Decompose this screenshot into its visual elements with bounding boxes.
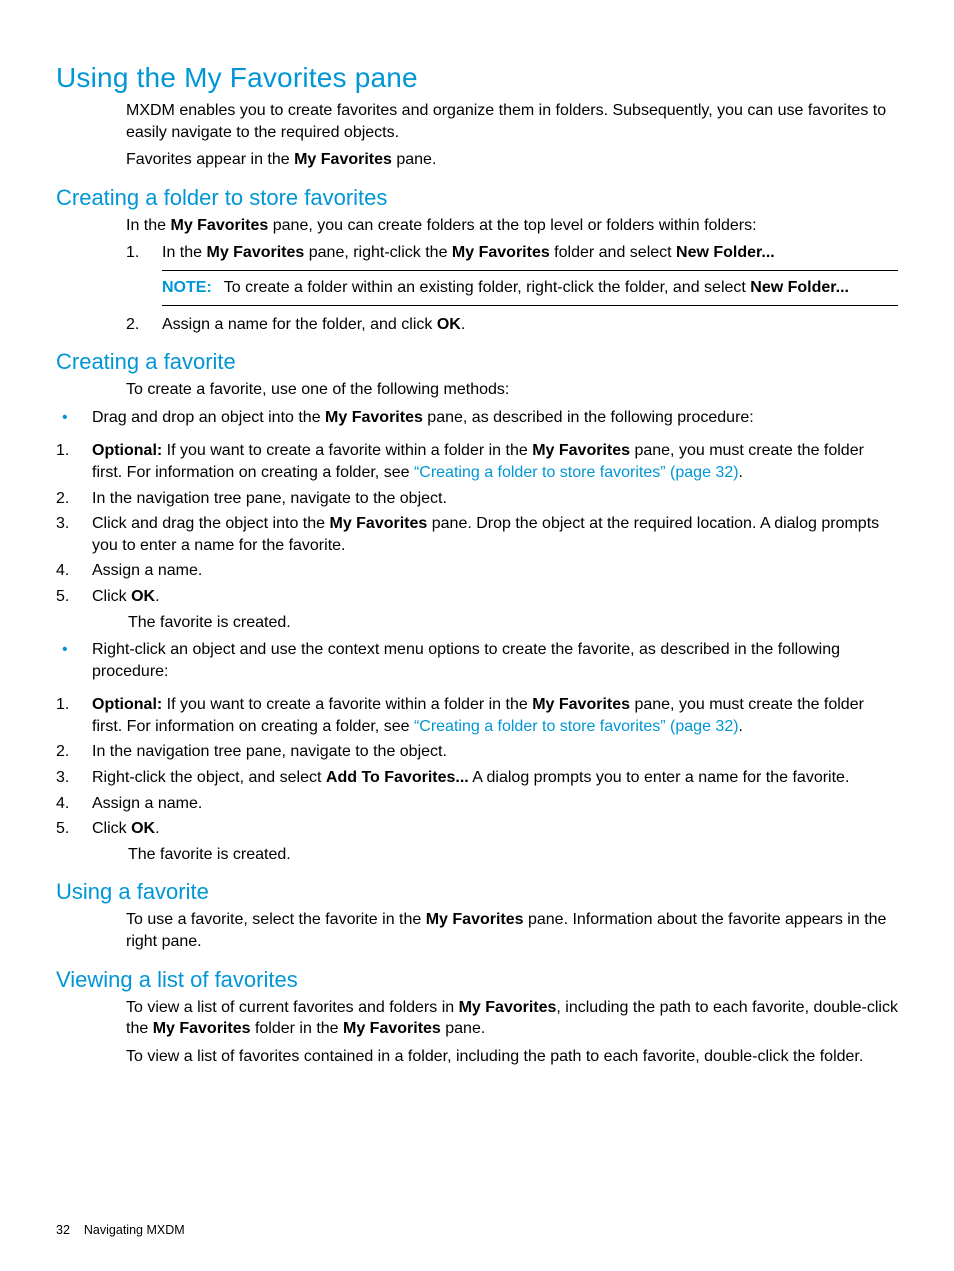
ordered-list: In the My Favorites pane, right-click th… (126, 242, 898, 335)
section-creating-favorite: To create a favorite, use one of the fol… (126, 379, 898, 401)
text: Click and drag the object into the (92, 515, 329, 532)
paragraph: MXDM enables you to create favorites and… (126, 100, 898, 143)
text-bold: OK (131, 588, 155, 605)
text-bold: My Favorites (206, 244, 304, 261)
text: Click (92, 820, 131, 837)
text: In the (162, 244, 206, 261)
heading-creating-favorite: Creating a favorite (56, 349, 898, 375)
list-item: Assign a name for the folder, and click … (126, 314, 898, 336)
bullet-list: Right-click an object and use the contex… (56, 639, 898, 682)
text: Click (92, 588, 131, 605)
paragraph: To create a favorite, use one of the fol… (126, 379, 898, 401)
section-creating-folder: In the My Favorites pane, you can create… (126, 215, 898, 335)
text: Drag and drop an object into the (92, 409, 325, 426)
list-item: Click and drag the object into the My Fa… (56, 513, 898, 556)
text: Favorites appear in the (126, 151, 294, 168)
text-bold: My Favorites (170, 217, 268, 234)
list-item: In the navigation tree pane, navigate to… (56, 741, 898, 763)
text: . (739, 718, 743, 735)
text: . (155, 820, 159, 837)
text: . (739, 464, 743, 481)
text-bold: My Favorites (459, 999, 557, 1016)
note-box: NOTE: To create a folder within an existi… (162, 270, 898, 306)
list-item: Optional: If you want to create a favori… (56, 440, 898, 483)
list-item: Right-click the object, and select Add T… (56, 767, 898, 789)
page-number: 32 (56, 1223, 70, 1237)
text: Assign a name for the folder, and click (162, 316, 437, 333)
text: pane. (441, 1020, 485, 1037)
text: If you want to create a favorite within … (162, 696, 532, 713)
text: . (155, 588, 159, 605)
text: If you want to create a favorite within … (162, 442, 532, 459)
text: pane, you can create folders at the top … (268, 217, 756, 234)
ordered-list: Optional: If you want to create a favori… (56, 694, 898, 865)
text: A dialog prompts you to enter a name for… (469, 769, 850, 786)
section-intro: MXDM enables you to create favorites and… (126, 100, 898, 171)
text: folder in the (251, 1020, 344, 1037)
text-bold: Optional: (92, 696, 162, 713)
text-bold: My Favorites (426, 911, 524, 928)
text: Right-click the object, and select (92, 769, 326, 786)
paragraph: To use a favorite, select the favorite i… (126, 909, 898, 952)
text-bold: Optional: (92, 442, 162, 459)
text: The favorite is created. (128, 612, 898, 634)
list-item: Drag and drop an object into the My Favo… (56, 407, 898, 429)
page-footer: 32 Navigating MXDM (56, 1223, 185, 1237)
paragraph: To view a list of favorites contained in… (126, 1046, 898, 1068)
list-item: Assign a name. (56, 560, 898, 582)
text: To create a folder within an existing fo… (224, 279, 751, 296)
list-item: Click OK. The favorite is created. (56, 586, 898, 633)
text-bold: My Favorites (294, 151, 392, 168)
bullet-list: Drag and drop an object into the My Favo… (56, 407, 898, 429)
list-item: Assign a name. (56, 793, 898, 815)
text: pane, right-click the (304, 244, 452, 261)
link-creating-folder[interactable]: “Creating a folder to store favorites” (… (414, 464, 739, 481)
text-bold: New Folder... (676, 244, 775, 261)
text-bold: My Favorites (343, 1020, 441, 1037)
list-item: Click OK. The favorite is created. (56, 818, 898, 865)
document-page: Using the My Favorites pane MXDM enables… (0, 0, 954, 1271)
text-bold: OK (131, 820, 155, 837)
text: The favorite is created. (128, 844, 898, 866)
ordered-list: Optional: If you want to create a favori… (56, 440, 898, 633)
text: pane. (392, 151, 436, 168)
link-creating-folder[interactable]: “Creating a folder to store favorites” (… (414, 718, 739, 735)
list-item: Right-click an object and use the contex… (56, 639, 898, 682)
text: . (461, 316, 465, 333)
text: In the (126, 217, 170, 234)
text: pane, as described in the following proc… (423, 409, 754, 426)
paragraph: Favorites appear in the My Favorites pan… (126, 149, 898, 171)
section-viewing-favorites: To view a list of current favorites and … (126, 997, 898, 1068)
heading-viewing-favorites: Viewing a list of favorites (56, 967, 898, 993)
text: To view a list of current favorites and … (126, 999, 459, 1016)
text: folder and select (550, 244, 676, 261)
paragraph: To view a list of current favorites and … (126, 997, 898, 1040)
heading-creating-folder: Creating a folder to store favorites (56, 185, 898, 211)
footer-section-title: Navigating MXDM (84, 1223, 185, 1237)
text-bold: My Favorites (329, 515, 427, 532)
paragraph: In the My Favorites pane, you can create… (126, 215, 898, 237)
note-label: NOTE: (162, 279, 212, 296)
list-item: Optional: If you want to create a favori… (56, 694, 898, 737)
text: To use a favorite, select the favorite i… (126, 911, 426, 928)
text-bold: My Favorites (153, 1020, 251, 1037)
text-bold: OK (437, 316, 461, 333)
text-bold: Add To Favorites... (326, 769, 469, 786)
text-bold: My Favorites (532, 696, 630, 713)
text-bold: My Favorites (325, 409, 423, 426)
heading-using-favorite: Using a favorite (56, 879, 898, 905)
list-item: In the My Favorites pane, right-click th… (126, 242, 898, 305)
text-bold: My Favorites (532, 442, 630, 459)
text-bold: New Folder... (750, 279, 849, 296)
list-item: In the navigation tree pane, navigate to… (56, 488, 898, 510)
heading-using-my-favorites-pane: Using the My Favorites pane (56, 62, 898, 94)
text-bold: My Favorites (452, 244, 550, 261)
section-using-favorite: To use a favorite, select the favorite i… (126, 909, 898, 952)
